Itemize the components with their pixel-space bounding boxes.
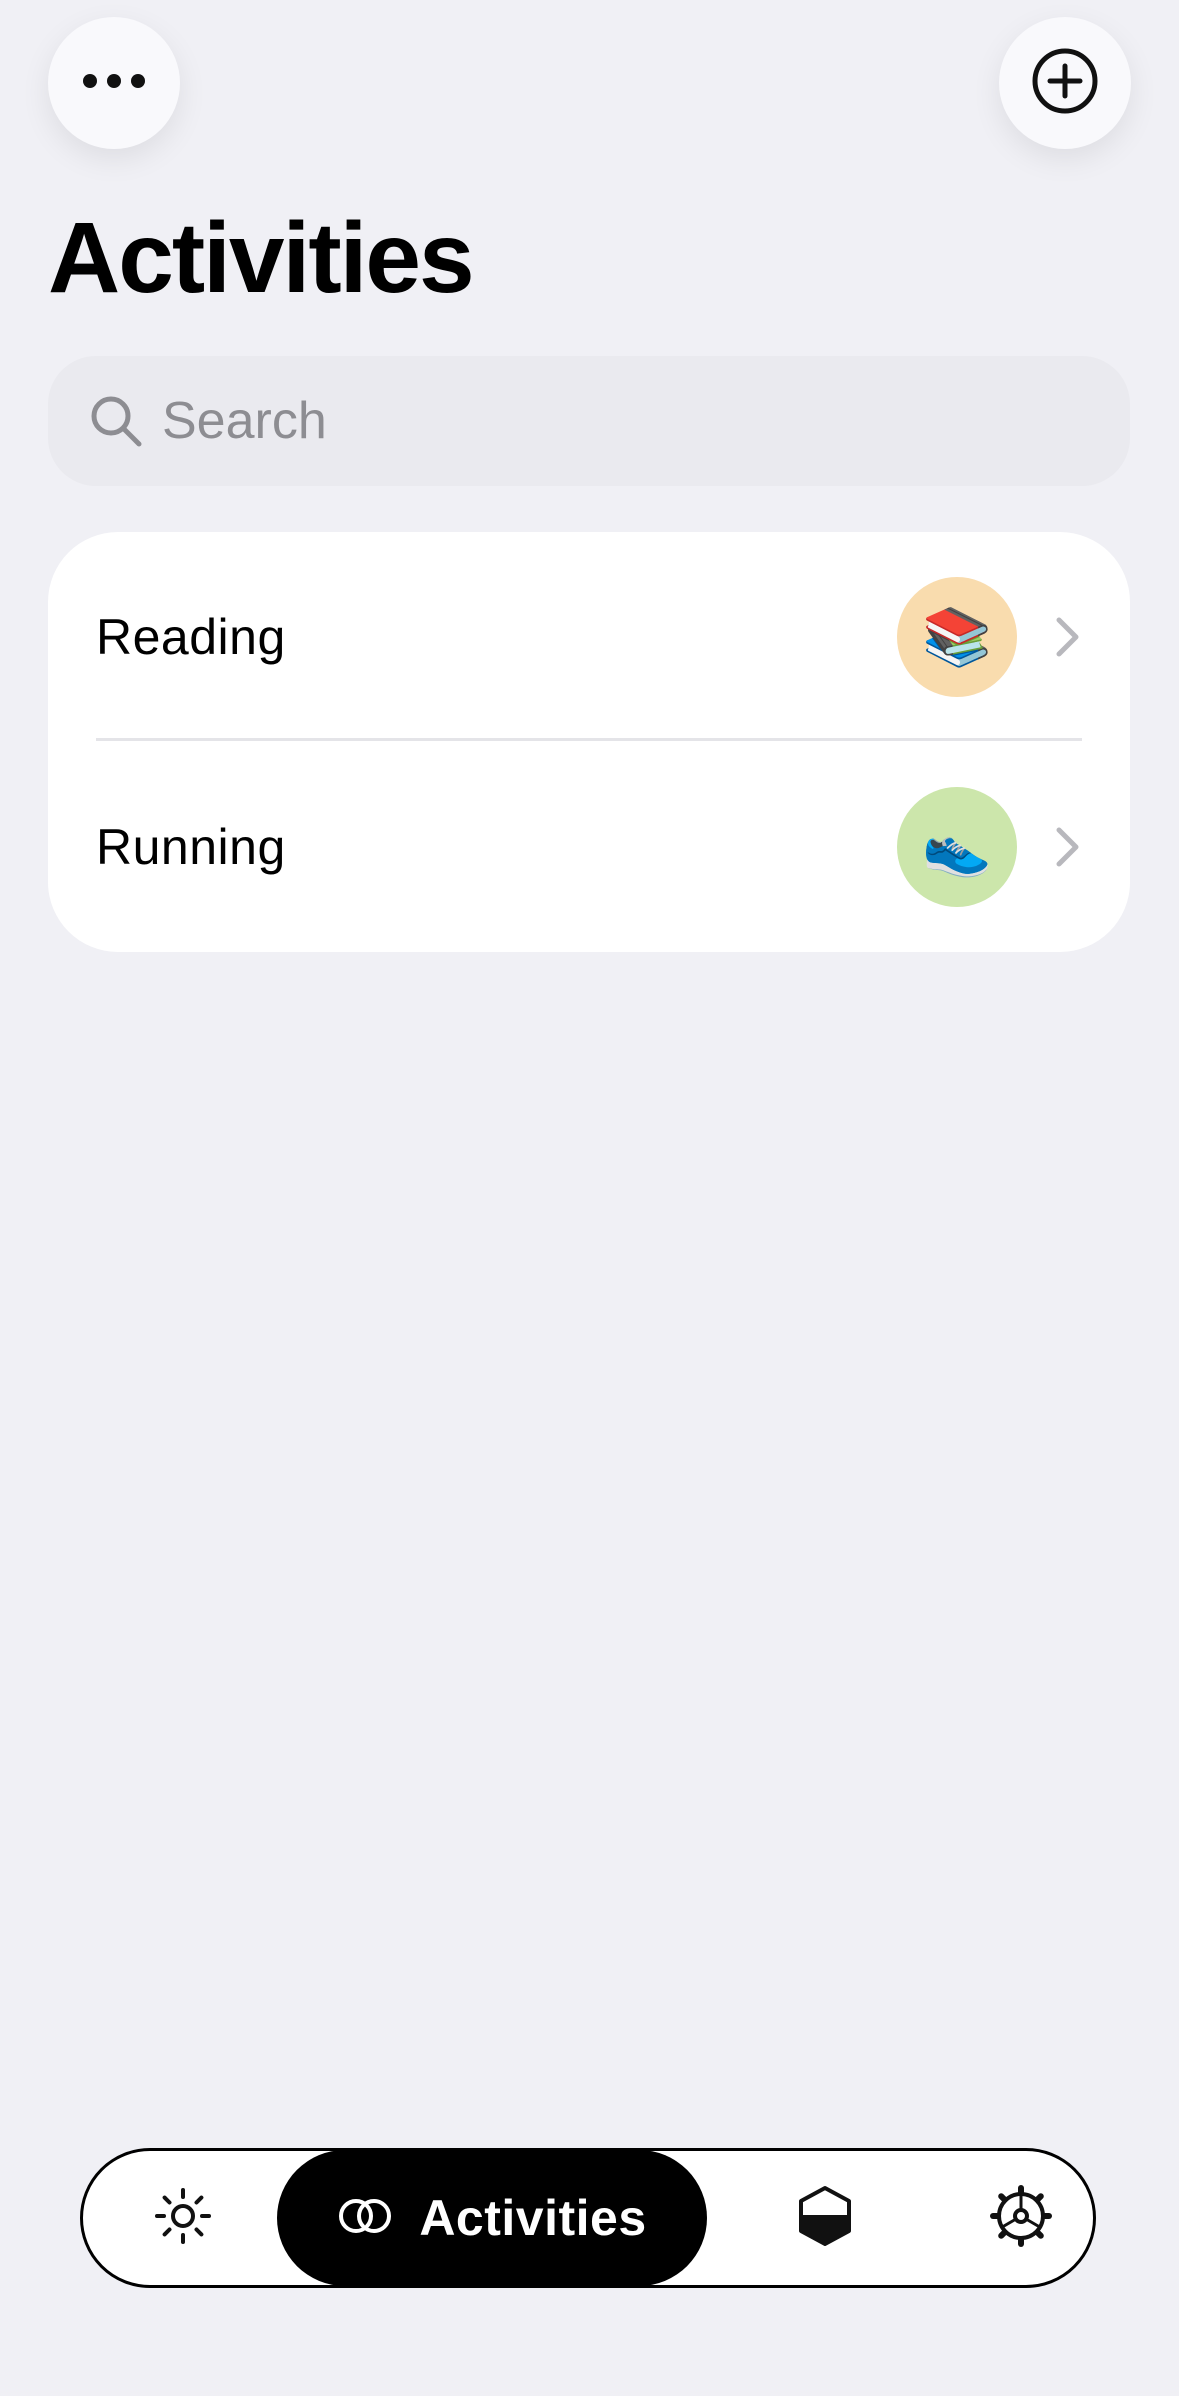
page-title: Activities — [48, 202, 475, 314]
list-item-reading[interactable]: Reading 📚 — [48, 532, 1130, 742]
activity-label: Reading — [96, 609, 286, 665]
search-bar[interactable] — [48, 356, 1130, 486]
more-options-button[interactable] — [48, 17, 180, 149]
overlapping-circles-icon — [337, 2196, 393, 2241]
chevron-right-icon — [1048, 612, 1088, 662]
plus-circle-icon — [1031, 47, 1099, 120]
activity-label: Running — [96, 819, 286, 875]
ellipsis-icon — [82, 73, 146, 94]
tab-activities[interactable]: Activities — [277, 2150, 707, 2286]
activities-list: Reading 📚 Running 👟 — [48, 532, 1130, 952]
gear-icon — [989, 2184, 1053, 2253]
hexagon-half-icon — [795, 2184, 855, 2253]
chevron-right-icon — [1048, 822, 1088, 872]
search-input[interactable] — [162, 391, 1062, 451]
tab-bar: Activities — [80, 2148, 1096, 2288]
add-activity-button[interactable] — [999, 17, 1131, 149]
tab-settings[interactable] — [961, 2151, 1081, 2285]
sneaker-icon: 👟 — [897, 787, 1017, 907]
list-item-running[interactable]: Running 👟 — [48, 742, 1130, 952]
tab-today[interactable] — [123, 2151, 243, 2285]
books-icon: 📚 — [897, 577, 1017, 697]
divider — [96, 738, 1082, 741]
search-icon — [88, 393, 144, 449]
sun-icon — [153, 2186, 213, 2251]
tab-activities-label: Activities — [419, 2190, 647, 2246]
tab-stats[interactable] — [765, 2151, 885, 2285]
